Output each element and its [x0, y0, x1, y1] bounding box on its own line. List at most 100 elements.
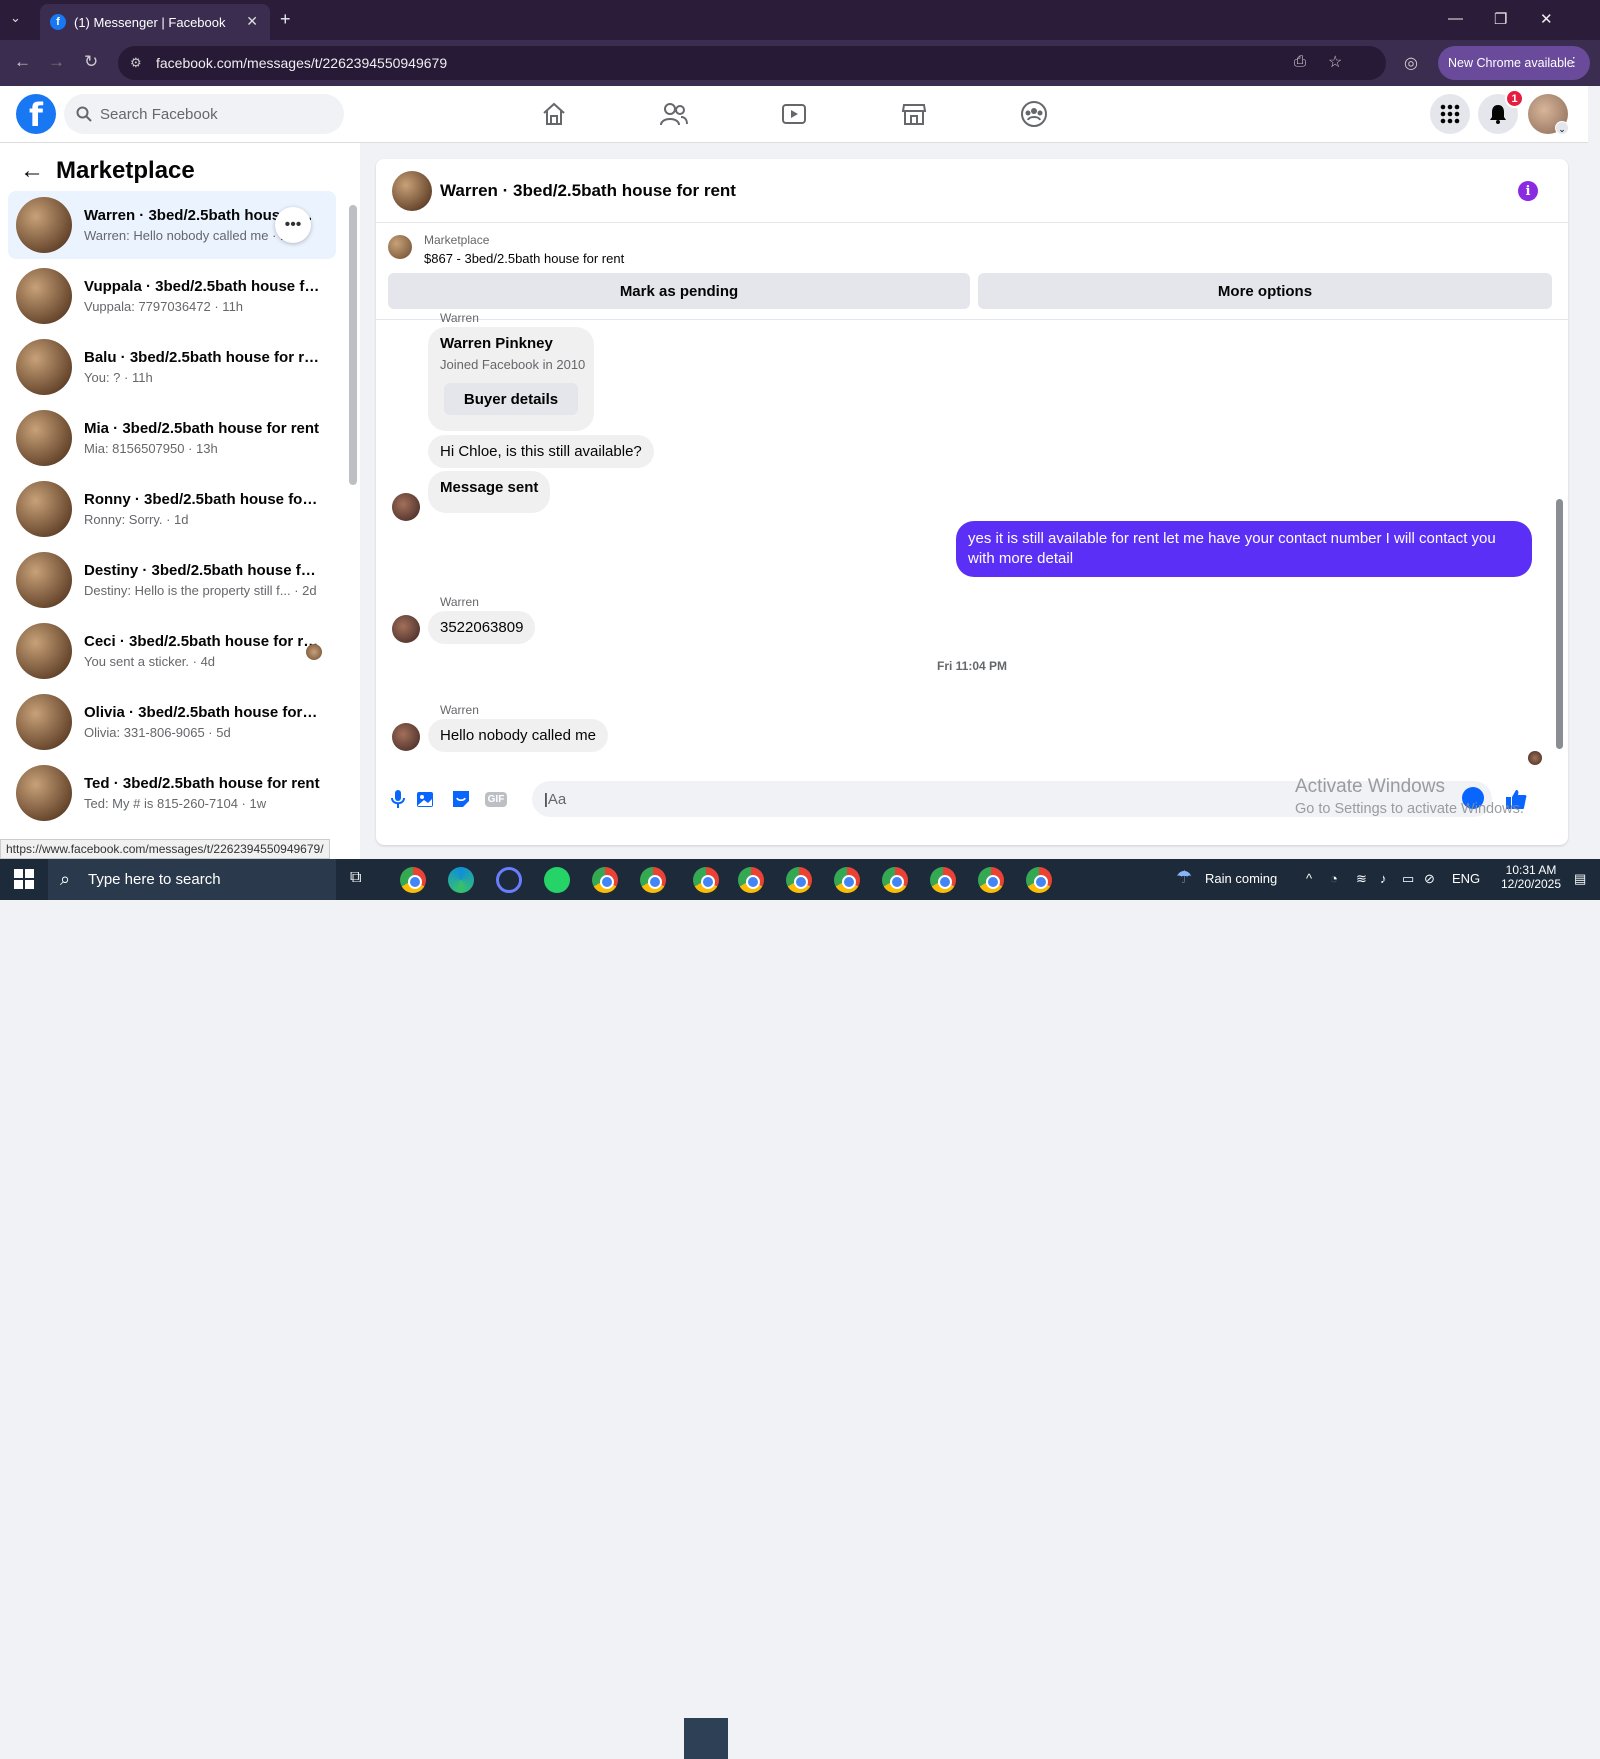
new-chrome-available-button[interactable]: New Chrome available ⋮	[1438, 46, 1590, 80]
minimize-icon[interactable]: —	[1448, 10, 1463, 27]
conversation-item[interactable]: Balu · 3bed/2.5bath house for rent You: …	[8, 333, 336, 401]
conversation-item[interactable]: Ted · 3bed/2.5bath house for rent Ted: M…	[8, 759, 336, 827]
battery-icon[interactable]: ▭	[1402, 871, 1414, 887]
groups-icon[interactable]	[1018, 98, 1050, 130]
site-info-icon[interactable]: ⚙	[130, 55, 142, 71]
back-arrow-icon[interactable]: ←	[20, 157, 44, 185]
marketplace-icon[interactable]	[898, 98, 930, 130]
listing-thumbnail	[16, 268, 72, 324]
chrome-app-icon[interactable]	[882, 867, 908, 893]
friends-icon[interactable]	[658, 98, 690, 130]
conversation-name: Mia · 3bed/2.5bath house for rent	[84, 420, 320, 437]
whatsapp-app-icon[interactable]	[544, 867, 570, 893]
close-tab-icon[interactable]: ✕	[246, 13, 258, 30]
sender-name: Warren	[440, 595, 479, 609]
chrome-app-icon[interactable]	[693, 867, 719, 893]
conversation-snippet: Vuppala: 7797036472 · 11h	[84, 299, 244, 314]
profile-icon[interactable]: ◎	[1404, 53, 1418, 73]
clock[interactable]: 10:31 AM 12/20/2025	[1498, 863, 1564, 891]
search-facebook-input[interactable]: Search Facebook	[64, 94, 344, 134]
sender-avatar[interactable]	[392, 493, 420, 521]
network-icon[interactable]: ◔	[1330, 871, 1338, 886]
reload-icon[interactable]: ↻	[84, 52, 98, 72]
conversation-name: Balu · 3bed/2.5bath house for rent	[84, 349, 320, 366]
tab-list-icon[interactable]: ⌄	[10, 10, 21, 26]
message-bubble: Message sent	[428, 471, 551, 513]
conversation-snippet: Ronny: Sorry. · 1d	[84, 512, 189, 527]
info-icon[interactable]: i	[1518, 181, 1538, 201]
forward-icon[interactable]: →	[48, 52, 65, 72]
mark-as-pending-button[interactable]: Mark as pending	[388, 273, 970, 309]
action-center-icon[interactable]: ▤	[1574, 871, 1586, 887]
app-icon[interactable]	[496, 867, 522, 893]
status-bar-url: https://www.facebook.com/messages/t/2262…	[0, 839, 330, 859]
photo-icon[interactable]	[414, 787, 438, 811]
url-input[interactable]: ⚙ facebook.com/messages/t/22623945509496…	[118, 46, 1386, 80]
conversations-scrollbar[interactable]	[349, 205, 357, 485]
chrome-app-icon[interactable]	[786, 867, 812, 893]
listing-title[interactable]: $867 - 3bed/2.5bath house for rent	[424, 251, 624, 266]
chrome-app-icon[interactable]	[592, 867, 618, 893]
weather-text[interactable]: Rain coming	[1205, 871, 1277, 886]
chat-title[interactable]: Warren · 3bed/2.5bath house for rent	[440, 181, 736, 201]
conversation-item[interactable]: Vuppala · 3bed/2.5bath house for rent Vu…	[8, 262, 336, 330]
bookmark-star-icon[interactable]: ☆	[1328, 52, 1342, 72]
gif-icon[interactable]: GIF	[484, 787, 508, 811]
language-indicator[interactable]: ENG	[1452, 871, 1480, 886]
panel-title: Marketplace	[56, 157, 195, 184]
chrome-app-icon[interactable]	[738, 867, 764, 893]
home-icon[interactable]	[538, 98, 570, 130]
chat-listing-thumbnail[interactable]	[392, 171, 432, 211]
conversation-item[interactable]: Ceci · 3bed/2.5bath house for rent You s…	[8, 617, 336, 685]
more-options-dots-icon[interactable]: •••	[275, 207, 311, 243]
install-app-icon[interactable]: ⎙	[1294, 53, 1306, 70]
message-bubble: 3522063809	[428, 611, 536, 644]
chrome-app-icon[interactable]	[1026, 867, 1052, 893]
new-tab-icon[interactable]: +	[280, 9, 291, 30]
sticker-icon[interactable]	[449, 787, 473, 811]
more-options-button[interactable]: More options	[978, 273, 1552, 309]
back-icon[interactable]: ←	[14, 52, 31, 72]
chat-scrollbar[interactable]	[1556, 499, 1563, 749]
conversation-item[interactable]: Ronny · 3bed/2.5bath house for rent Ronn…	[8, 475, 336, 543]
video-icon[interactable]	[778, 98, 810, 130]
windows-start-icon[interactable]	[14, 869, 34, 894]
chrome-app-icon[interactable]	[978, 867, 1004, 893]
volume-icon[interactable]: ♪	[1380, 871, 1387, 886]
sender-avatar[interactable]	[392, 723, 420, 751]
seen-avatar	[306, 644, 322, 660]
edge-app-icon[interactable]	[448, 867, 474, 893]
menu-dots-icon[interactable]: ⋮	[1568, 54, 1581, 69]
listing-thumbnail	[16, 339, 72, 395]
facebook-logo[interactable]: f	[16, 94, 56, 134]
chrome-app-icon[interactable]	[640, 867, 666, 893]
weather-rain-icon[interactable]: ☂	[1176, 867, 1192, 888]
taskbar-search-input[interactable]: ⌕ Type here to search	[48, 859, 336, 900]
no-connection-icon[interactable]: ⊘	[1424, 871, 1435, 887]
active-app-highlight	[684, 1718, 728, 1759]
wifi-icon[interactable]: ≋	[1356, 871, 1367, 887]
listing-thumbnail	[16, 694, 72, 750]
conversation-name: Vuppala · 3bed/2.5bath house for rent	[84, 278, 320, 295]
conversation-item[interactable]: Mia · 3bed/2.5bath house for rent Mia: 8…	[8, 404, 336, 472]
conversation-item[interactable]: Destiny · 3bed/2.5bath house for rent De…	[8, 546, 336, 614]
microphone-icon[interactable]	[386, 787, 410, 811]
task-view-icon[interactable]: ⧉	[350, 869, 361, 887]
chevron-down-icon[interactable]: ⌄	[1555, 121, 1569, 135]
chrome-app-icon[interactable]	[834, 867, 860, 893]
sender-name: Warren	[440, 703, 479, 717]
chrome-app-icon[interactable]	[400, 867, 426, 893]
message-timestamp: Fri 11:04 PM	[936, 659, 1008, 673]
sender-avatar[interactable]	[392, 615, 420, 643]
taskbar-search-icon: ⌕	[60, 869, 71, 889]
browser-tab[interactable]: f (1) Messenger | Facebook ✕	[40, 4, 270, 40]
buyer-details-button[interactable]: Buyer details	[444, 383, 578, 415]
menu-grid-icon[interactable]	[1430, 94, 1470, 134]
chrome-app-icon[interactable]	[930, 867, 956, 893]
tray-chevron-icon[interactable]: ^	[1306, 871, 1312, 886]
restore-icon[interactable]: ❐	[1494, 10, 1507, 28]
close-window-icon[interactable]: ✕	[1540, 10, 1553, 28]
conversation-snippet: Ted: My # is 815-260-7104 · 1w	[84, 796, 267, 811]
conversation-snippet: Destiny: Hello is the property still f..…	[84, 583, 317, 598]
conversation-item[interactable]: Olivia · 3bed/2.5bath house for rent Oli…	[8, 688, 336, 756]
